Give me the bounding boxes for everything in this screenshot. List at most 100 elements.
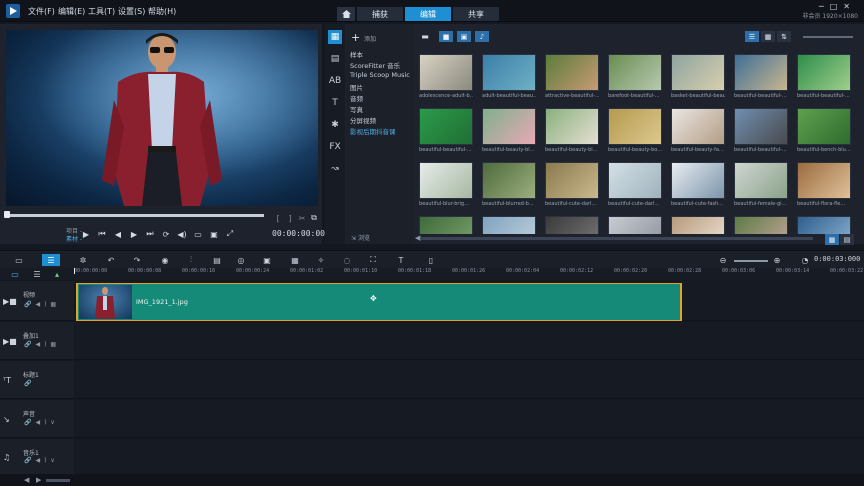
- next-frame-icon[interactable]: ▶: [128, 228, 140, 240]
- maximize-icon[interactable]: □: [830, 2, 844, 11]
- library-scrollbar[interactable]: [421, 237, 813, 240]
- chapter-icon[interactable]: ☰: [30, 268, 44, 280]
- media-thumbnail[interactable]: beautiful-beauty-fa...: [671, 108, 725, 156]
- scroll-left-icon[interactable]: ◀: [24, 476, 29, 484]
- menu-help[interactable]: 帮助(H): [148, 6, 176, 17]
- record-capture-icon[interactable]: ◉: [158, 254, 172, 266]
- track-controls[interactable]: 🔗◀)∨: [24, 457, 59, 464]
- zoom-in-icon[interactable]: ⊕: [770, 254, 784, 266]
- fit-project-icon[interactable]: ◔: [798, 254, 812, 266]
- scrubber-handle[interactable]: [4, 211, 10, 218]
- media-thumbnail[interactable]: [608, 216, 662, 234]
- track-row-overlay[interactable]: [75, 322, 864, 360]
- media-icon[interactable]: ▦: [328, 30, 342, 44]
- show-photo-icon[interactable]: ▣: [457, 31, 471, 42]
- auto-music-icon[interactable]: ▤: [210, 254, 224, 266]
- menu-settings[interactable]: 设置(S): [118, 6, 145, 17]
- end-icon[interactable]: ⏭: [144, 228, 156, 240]
- mark-out-icon[interactable]: ]: [284, 212, 296, 224]
- media-thumbnail[interactable]: beautiful-beautiful-...: [419, 108, 473, 156]
- minimize-icon[interactable]: ─: [819, 2, 830, 11]
- preview-scrubber[interactable]: [6, 214, 264, 217]
- timeline-view-icon[interactable]: ☰: [42, 254, 60, 266]
- show-audio-icon[interactable]: ♪: [475, 31, 489, 42]
- track-controls[interactable]: 🔗◀)▦: [24, 301, 60, 308]
- title-icon[interactable]: T: [328, 96, 342, 110]
- media-thumbnail[interactable]: beautiful-beautiful-...: [797, 54, 851, 102]
- media-thumbnail[interactable]: adolescence-adult-b...: [419, 54, 473, 102]
- media-thumbnail[interactable]: beautiful-cute-darl...: [608, 162, 662, 210]
- media-thumbnail[interactable]: beautiful-female-gi...: [734, 162, 788, 210]
- multi-camera-icon[interactable]: ▦: [288, 254, 302, 266]
- volume-icon[interactable]: ◀): [176, 228, 188, 240]
- play-icon[interactable]: ▶: [80, 228, 92, 240]
- media-thumbnail[interactable]: basket-beautiful-beaut...: [671, 54, 725, 102]
- open-folder-icon[interactable]: ▬: [419, 30, 431, 42]
- home-start-icon[interactable]: ⏮: [96, 228, 108, 240]
- storyboard-view-icon[interactable]: ▭: [12, 254, 26, 266]
- thumb-size-slider[interactable]: [803, 36, 853, 38]
- library-expand-icon[interactable]: ▤: [840, 234, 854, 245]
- timeline-scrollbar[interactable]: [46, 479, 70, 482]
- repeat-icon[interactable]: ⟳: [160, 228, 172, 240]
- instant-project-icon[interactable]: ▤: [328, 52, 342, 66]
- media-thumbnail[interactable]: beautiful-blur-brig...: [419, 162, 473, 210]
- 3d-title-icon[interactable]: T: [394, 254, 408, 266]
- list-view-icon[interactable]: ☰: [745, 31, 759, 42]
- folder-item[interactable]: 图片: [350, 82, 363, 92]
- transition-icon[interactable]: AB: [328, 74, 342, 88]
- add-marker-icon[interactable]: ▴: [50, 268, 64, 280]
- track-header-title[interactable]: ᵀT 标题1 🔗: [0, 361, 74, 399]
- media-thumbnail[interactable]: [419, 216, 473, 234]
- media-thumbnail[interactable]: beautiful-blurred-b...: [482, 162, 536, 210]
- media-thumbnail[interactable]: [734, 216, 788, 234]
- zoom-slider[interactable]: [734, 260, 768, 262]
- media-thumbnail[interactable]: beautiful-flora-fle...: [797, 162, 851, 210]
- home-button[interactable]: [337, 7, 355, 21]
- close-icon[interactable]: ✕: [843, 2, 856, 11]
- folder-item[interactable]: ScoreFitter 音乐: [350, 60, 400, 70]
- undo-icon[interactable]: ↶: [104, 254, 118, 266]
- media-thumbnail[interactable]: adult-beautiful-beau...: [482, 54, 536, 102]
- folder-item[interactable]: 音频: [350, 93, 363, 103]
- prev-frame-icon[interactable]: ◀: [112, 228, 124, 240]
- add-folder-label[interactable]: 添加: [364, 34, 376, 43]
- folder-item[interactable]: 写真: [350, 104, 363, 114]
- track-row-music[interactable]: [75, 439, 864, 475]
- thumb-view-icon[interactable]: ▦: [761, 31, 775, 42]
- tab-capture[interactable]: 捕获: [357, 7, 403, 21]
- split-screen-icon[interactable]: ▯: [424, 254, 438, 266]
- library-view-toggle-icon[interactable]: ▦: [825, 234, 839, 245]
- media-thumbnail[interactable]: barefoot-beautiful-...: [608, 54, 662, 102]
- sound-mixer-icon[interactable]: ⫶: [184, 254, 198, 266]
- mark-in-icon[interactable]: [: [272, 212, 284, 224]
- track-header-video[interactable]: ▶■ 视频 🔗◀)▦: [0, 281, 74, 321]
- motion-tracking-icon[interactable]: ◎: [234, 254, 248, 266]
- media-thumbnail[interactable]: beautiful-beauty-bl...: [545, 108, 599, 156]
- folder-item[interactable]: 样本: [350, 49, 363, 59]
- fx-icon[interactable]: FX: [328, 140, 342, 154]
- mask-creator-icon[interactable]: ◌: [340, 254, 354, 266]
- media-thumbnail[interactable]: attractive-beautiful-...: [545, 54, 599, 102]
- folder-item[interactable]: 分屏视频: [350, 115, 376, 125]
- enlarge-preview-icon[interactable]: ⧉: [308, 212, 320, 224]
- path-icon[interactable]: ↝: [328, 162, 342, 176]
- browse-button[interactable]: ⇲ 浏览: [351, 233, 370, 242]
- menu-tools[interactable]: 工具(T): [88, 6, 115, 17]
- media-thumbnail[interactable]: beautiful-cute-fash...: [671, 162, 725, 210]
- media-thumbnail[interactable]: beautiful-beautiful-...: [734, 108, 788, 156]
- folder-item-active[interactable]: 影视后期抖音课: [350, 126, 396, 136]
- graphics-icon[interactable]: ✱: [328, 118, 342, 132]
- media-thumbnail[interactable]: beautiful-beauty-bl...: [482, 108, 536, 156]
- show-video-icon[interactable]: ■: [439, 31, 453, 42]
- player-timecode[interactable]: 00:00:00:00: [272, 229, 325, 238]
- subtitle-editor-icon[interactable]: ▣: [260, 254, 274, 266]
- window-controls[interactable]: ─□✕: [819, 2, 856, 11]
- track-header-music[interactable]: ♫ 音乐1 🔗◀)∨: [0, 439, 74, 475]
- preview-window[interactable]: [6, 30, 318, 206]
- sort-icon[interactable]: ⇅: [777, 31, 791, 42]
- aspect-icon[interactable]: ⤢: [224, 228, 236, 240]
- split-clip-icon[interactable]: ✂: [296, 212, 308, 224]
- zoom-out-icon[interactable]: ⊖: [716, 254, 730, 266]
- track-controls[interactable]: 🔗: [24, 380, 35, 387]
